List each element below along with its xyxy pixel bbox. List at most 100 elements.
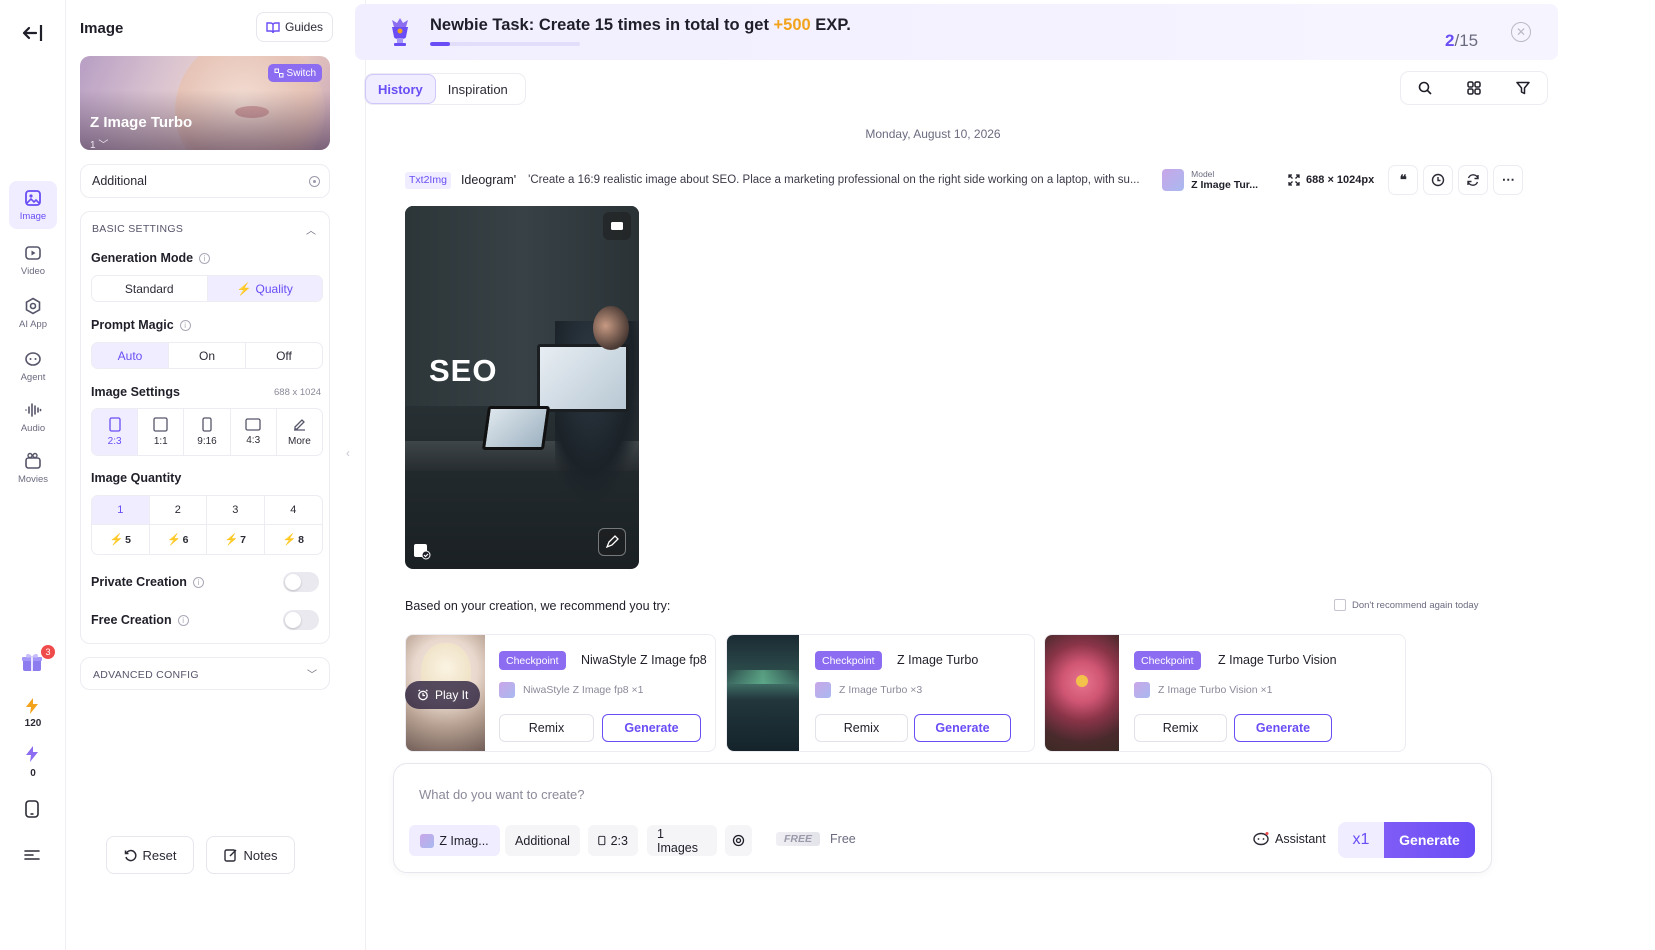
ratio-2-3[interactable]: 2:3 (92, 409, 139, 455)
menu-icon[interactable] (24, 849, 40, 861)
bolt-icon: ⚡ (109, 534, 124, 546)
ratio-label: 1:1 (153, 436, 168, 447)
multiplier-button[interactable]: x1 (1338, 822, 1384, 858)
edit-image-icon[interactable] (598, 528, 626, 556)
generate-button[interactable]: Generate (1234, 714, 1332, 742)
task-type-badge: Txt2Img (405, 171, 451, 189)
settings-chip[interactable] (725, 825, 752, 856)
mode-standard[interactable]: Standard (92, 276, 208, 301)
rail-item-video[interactable]: Video (9, 236, 57, 284)
prompt-magic-on[interactable]: On (169, 343, 246, 368)
history-date: Monday, August 10, 2026 (865, 127, 1001, 141)
ratio-chip[interactable]: 2:3 (588, 825, 638, 856)
dimensions: 688 × 1024px (1288, 174, 1374, 186)
tab-history[interactable]: History (365, 74, 436, 104)
more-icon[interactable]: ⋯ (1493, 165, 1524, 195)
prompt-text[interactable]: 'Create a 16:9 realistic image about SEO… (528, 174, 1148, 186)
rail-item-ai-app[interactable]: AI App (9, 289, 57, 337)
quote-icon[interactable]: ❝ (1388, 165, 1419, 195)
ratio-1-1[interactable]: 1:1 (138, 409, 185, 455)
assistant-button[interactable]: Assistant (1253, 832, 1326, 846)
image-overlay-text: SEO (429, 353, 498, 388)
chevron-up-icon[interactable]: ︿ (306, 222, 316, 237)
rail-item-audio[interactable]: Audio (9, 393, 57, 441)
quantity-1[interactable]: 1 (92, 496, 150, 525)
chevron-down-icon: ﹀ (307, 670, 317, 681)
rail-item-label: Audio (20, 422, 46, 434)
audio-icon (25, 402, 42, 417)
prompt-magic-title: Prompt Magic i (91, 318, 191, 332)
cost-value: 8 (298, 533, 305, 546)
dont-recommend-option[interactable]: Don't recommend again today (1334, 599, 1478, 611)
prompt-magic-off[interactable]: Off (246, 343, 322, 368)
ratio-more[interactable]: More (277, 409, 322, 455)
private-creation-toggle[interactable] (283, 572, 319, 592)
image-tag-icon[interactable] (603, 212, 631, 240)
search-icon[interactable] (1401, 72, 1450, 104)
generate-main-button[interactable]: Generate (1384, 822, 1475, 858)
recommend-thumbnail[interactable] (727, 635, 799, 751)
ratio-square-icon (153, 417, 168, 432)
rail-item-agent[interactable]: Agent (9, 342, 57, 390)
bolt-icon: ⚡ (224, 534, 239, 546)
bolt-count: 120 (24, 718, 42, 729)
recommend-thumbnail[interactable] (1045, 635, 1119, 751)
left-rail: Image Video AI App Agent Audio Movies 3 … (0, 0, 66, 950)
additional-chip[interactable]: Additional (505, 825, 580, 856)
trophy-icon (385, 16, 415, 48)
free-toggle[interactable]: FREE Free (776, 832, 856, 846)
prompt-input[interactable]: What do you want to create? (419, 787, 584, 802)
collapse-sidebar-icon[interactable] (21, 23, 43, 43)
info-icon[interactable]: i (177, 614, 189, 626)
quantity-4[interactable]: 4 (264, 496, 322, 525)
rail-item-movies[interactable]: Movies (9, 444, 57, 492)
prompt-magic-label: Prompt Magic (91, 318, 174, 332)
save-image-icon[interactable] (413, 542, 431, 560)
model-info[interactable]: Model Z Image Tur... (1162, 169, 1258, 191)
remix-button[interactable]: Remix (499, 714, 594, 742)
info-icon[interactable]: i (179, 319, 191, 331)
movies-icon (25, 452, 41, 469)
rail-item-image[interactable]: Image (9, 181, 57, 229)
recommend-sub: Z Image Turbo Vision ×1 (1134, 682, 1273, 698)
notes-button[interactable]: Notes (206, 836, 295, 874)
generate-button[interactable]: Generate (914, 714, 1011, 742)
ratio-9-16[interactable]: 9:16 (184, 409, 231, 455)
ratio-4-3[interactable]: 4:3 (231, 409, 277, 455)
quantity-3[interactable]: 3 (207, 496, 265, 525)
mobile-icon[interactable] (25, 800, 39, 818)
images-chip[interactable]: 1 Images (647, 825, 717, 856)
grid-view-icon[interactable] (1450, 72, 1499, 104)
model-name-short: Z Image Tur... (1191, 179, 1259, 191)
collapse-panel-icon[interactable]: ‹ (346, 446, 354, 460)
generated-image[interactable]: SEO (405, 206, 639, 569)
quantity-2[interactable]: 2 (149, 496, 207, 525)
model-chip[interactable]: Z Imag... (409, 825, 500, 856)
ratio-label: 2:3 (107, 436, 122, 447)
remix-button[interactable]: Remix (815, 714, 908, 742)
regenerate-icon[interactable] (1458, 165, 1489, 195)
cost-value: 7 (240, 533, 247, 546)
remix-button[interactable]: Remix (1134, 714, 1227, 742)
close-icon[interactable]: ✕ (1511, 22, 1531, 42)
tab-inspiration[interactable]: Inspiration (436, 74, 520, 104)
info-icon[interactable]: i (199, 252, 211, 264)
advanced-config-row[interactable]: ADVANCED CONFIG ﹀ (80, 657, 330, 690)
quantity-cost-3: ⚡ 7 (207, 525, 265, 554)
clock-icon[interactable] (1423, 165, 1454, 195)
switch-model-button[interactable]: Switch (267, 64, 322, 82)
cost-value: 6 (182, 533, 189, 546)
additional-row[interactable]: Additional (80, 164, 330, 198)
image-icon (25, 189, 41, 206)
info-icon[interactable]: i (192, 576, 204, 588)
play-it-button[interactable]: Play It (405, 681, 481, 709)
dont-recommend-checkbox[interactable] (1334, 599, 1346, 611)
prompt-magic-auto[interactable]: Auto (92, 343, 169, 368)
generate-button[interactable]: Generate (602, 714, 701, 742)
reset-label: Reset (142, 847, 177, 863)
free-creation-toggle[interactable] (283, 610, 319, 630)
filter-icon[interactable] (1498, 72, 1547, 104)
reset-button[interactable]: Reset (106, 836, 194, 874)
guides-button[interactable]: Guides (256, 12, 333, 42)
mode-quality[interactable]: ⚡ Quality (207, 276, 322, 301)
